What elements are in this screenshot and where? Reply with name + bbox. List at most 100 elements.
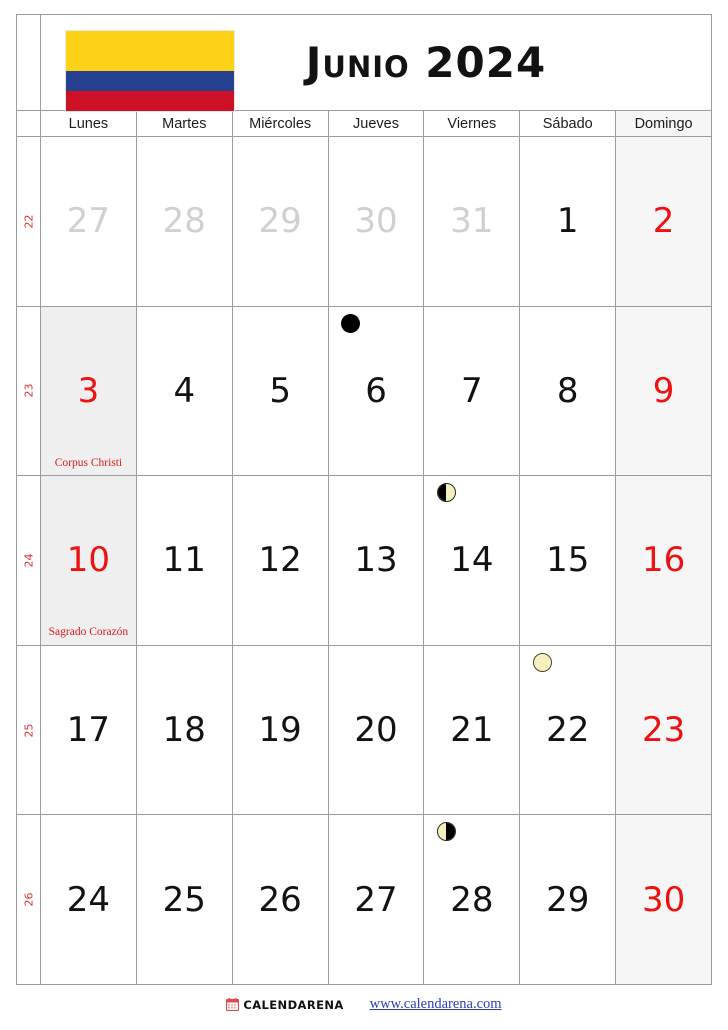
brand: CALENDARENA [226, 998, 343, 1012]
week-row: 26 24 25 26 27 28 29 30 [17, 815, 712, 984]
day-number: 23 [641, 710, 686, 751]
day-cell[interactable]: 8 [520, 306, 617, 476]
day-number: 4 [173, 370, 196, 411]
day-number: 31 [450, 201, 494, 242]
day-cell[interactable]: 1 [520, 137, 617, 306]
day-number: 26 [258, 879, 302, 920]
day-cell[interactable]: 19 [233, 645, 329, 815]
day-cell[interactable]: 28 [137, 137, 233, 306]
day-cell[interactable]: 14 [424, 476, 521, 645]
day-number: 5 [269, 370, 291, 411]
day-cell[interactable]: 29 [520, 815, 617, 984]
day-number: 17 [66, 710, 111, 751]
week-row: 24 10 Sagrado Corazón 11 12 13 14 15 16 [17, 476, 712, 646]
day-number: 8 [556, 370, 579, 411]
day-cell[interactable]: 13 [329, 476, 425, 645]
weekday-header-tuesday: Martes [137, 111, 233, 136]
day-number: 20 [354, 710, 398, 751]
day-number: 2 [652, 201, 675, 242]
day-cell[interactable]: 21 [424, 645, 521, 815]
day-number: 19 [258, 710, 302, 751]
weekday-header-thursday: Jueves [329, 111, 425, 136]
day-number: 3 [77, 370, 100, 411]
day-number: 25 [162, 879, 206, 920]
day-cell[interactable]: 12 [233, 476, 329, 645]
day-cell[interactable]: 5 [233, 306, 329, 476]
day-number: 16 [641, 540, 686, 581]
day-number: 6 [365, 370, 387, 411]
day-number: 29 [546, 879, 590, 920]
week-number-label: 23 [22, 383, 35, 398]
calendar-page: Junio 2024 Lunes Martes Miércoles Jueves… [0, 0, 728, 1030]
week-row: 25 17 18 19 20 21 22 23 [17, 645, 712, 816]
calendar-header: Junio 2024 [17, 15, 711, 112]
day-number: 14 [450, 540, 494, 581]
week-number-cell: 26 [17, 815, 41, 984]
day-cell[interactable]: 17 [41, 645, 137, 815]
colombia-flag-icon [65, 30, 235, 112]
footer: CALENDARENA www.calendarena.com [0, 996, 728, 1013]
weekday-header-sunday: Domingo [616, 111, 712, 136]
weekday-header-friday: Viernes [424, 111, 521, 136]
day-cell[interactable]: 27 [329, 815, 425, 984]
week-number-header-spacer [17, 15, 41, 110]
week-row: 22 27 28 29 30 31 1 2 [17, 137, 712, 307]
day-cell[interactable]: 27 [41, 137, 137, 306]
weekday-header-monday: Lunes [41, 111, 137, 136]
day-cell[interactable]: 3 Corpus Christi [41, 306, 137, 476]
day-number: 28 [162, 201, 206, 242]
day-cell[interactable]: 25 [137, 815, 233, 984]
holiday-label: Corpus Christi [54, 456, 123, 469]
day-cell[interactable]: 4 [137, 306, 233, 476]
day-cell[interactable]: 10 Sagrado Corazón [41, 476, 137, 645]
day-cell[interactable]: 18 [137, 645, 233, 815]
day-cell[interactable]: 9 [616, 306, 712, 476]
week-number-cell: 24 [17, 476, 41, 645]
day-cell[interactable]: 6 [329, 306, 425, 476]
day-cell[interactable]: 30 [616, 815, 712, 984]
week-number-label: 22 [22, 214, 35, 229]
day-number: 7 [461, 370, 483, 411]
day-number: 22 [546, 710, 590, 751]
day-cell[interactable]: 23 [616, 645, 712, 815]
day-number: 30 [641, 879, 686, 920]
day-cell[interactable]: 15 [520, 476, 617, 645]
day-number: 13 [354, 540, 398, 581]
day-cell[interactable]: 24 [41, 815, 137, 984]
day-cell[interactable]: 30 [329, 137, 425, 306]
day-cell[interactable]: 11 [137, 476, 233, 645]
flag-band-blue [66, 71, 234, 91]
day-cell[interactable]: 31 [424, 137, 521, 306]
day-number: 21 [450, 710, 494, 751]
weekday-header-wednesday: Miércoles [233, 111, 329, 136]
moon-phase-full-icon [532, 652, 552, 672]
day-number: 24 [66, 879, 111, 920]
day-number: 18 [162, 710, 206, 751]
weekday-header-row: Lunes Martes Miércoles Jueves Viernes Sá… [17, 111, 712, 137]
day-cell[interactable]: 26 [233, 815, 329, 984]
day-cell[interactable]: 22 [520, 645, 617, 815]
week-number-cell: 22 [17, 137, 41, 306]
week-number-cell: 23 [17, 306, 41, 476]
weekday-header-saturday: Sábado [520, 111, 617, 136]
moon-phase-first-quarter-icon [436, 483, 456, 503]
day-number: 11 [162, 540, 206, 581]
day-cell[interactable]: 20 [329, 645, 425, 815]
day-cell[interactable]: 2 [616, 137, 712, 306]
flag-band-yellow [66, 31, 234, 71]
week-number-label: 25 [22, 723, 35, 738]
day-number: 27 [354, 879, 398, 920]
day-cell[interactable]: 7 [424, 306, 521, 476]
moon-phase-new-icon [341, 313, 360, 333]
moon-phase-last-quarter-icon [436, 822, 456, 842]
holiday-label: Sagrado Corazón [48, 626, 129, 639]
day-cell[interactable]: 28 [424, 815, 521, 984]
day-cell[interactable]: 29 [233, 137, 329, 306]
week-row: 23 3 Corpus Christi 4 5 6 7 8 9 [17, 306, 712, 477]
week-number-column-header [17, 111, 41, 136]
site-url-link[interactable]: www.calendarena.com [370, 996, 502, 1013]
day-number: 9 [652, 370, 675, 411]
day-number: 27 [66, 201, 111, 242]
calendar-icon [226, 998, 240, 1011]
day-cell[interactable]: 16 [616, 476, 712, 645]
